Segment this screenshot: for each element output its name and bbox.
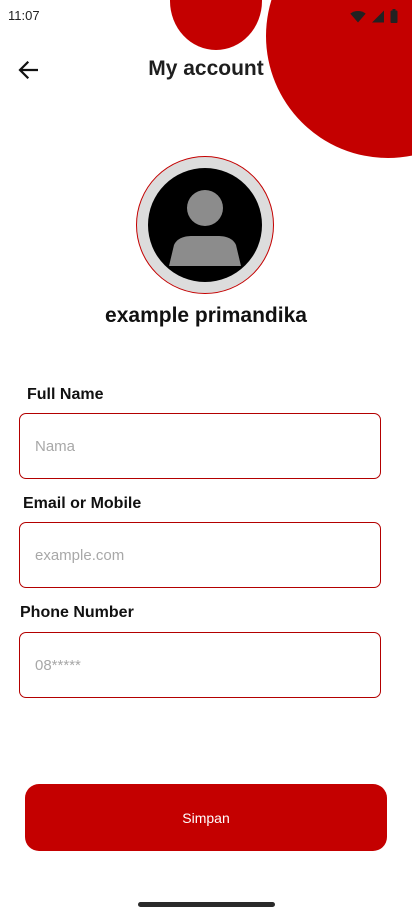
phone-input[interactable] — [19, 632, 381, 698]
back-button[interactable] — [14, 56, 42, 84]
my-account-screen: 11:07 My account example primandika Full… — [0, 0, 412, 917]
avatar-image — [148, 168, 262, 282]
status-bar: 11:07 — [0, 0, 412, 32]
person-icon — [169, 190, 241, 266]
full-name-input[interactable] — [19, 413, 381, 479]
home-indicator[interactable] — [138, 902, 275, 907]
status-time: 11:07 — [8, 8, 40, 23]
battery-icon — [390, 9, 398, 23]
page-title: My account — [148, 57, 264, 80]
phone-label: Phone Number — [20, 604, 134, 621]
save-button[interactable]: Simpan — [25, 784, 387, 851]
email-input[interactable] — [19, 522, 381, 588]
status-icons — [350, 9, 398, 23]
cellular-signal-icon — [372, 10, 384, 22]
user-name: example primandika — [105, 304, 307, 327]
avatar[interactable] — [136, 156, 274, 294]
full-name-label: Full Name — [27, 386, 104, 403]
arrow-left-icon — [18, 61, 38, 79]
email-label: Email or Mobile — [23, 495, 142, 512]
wifi-icon — [350, 10, 366, 22]
